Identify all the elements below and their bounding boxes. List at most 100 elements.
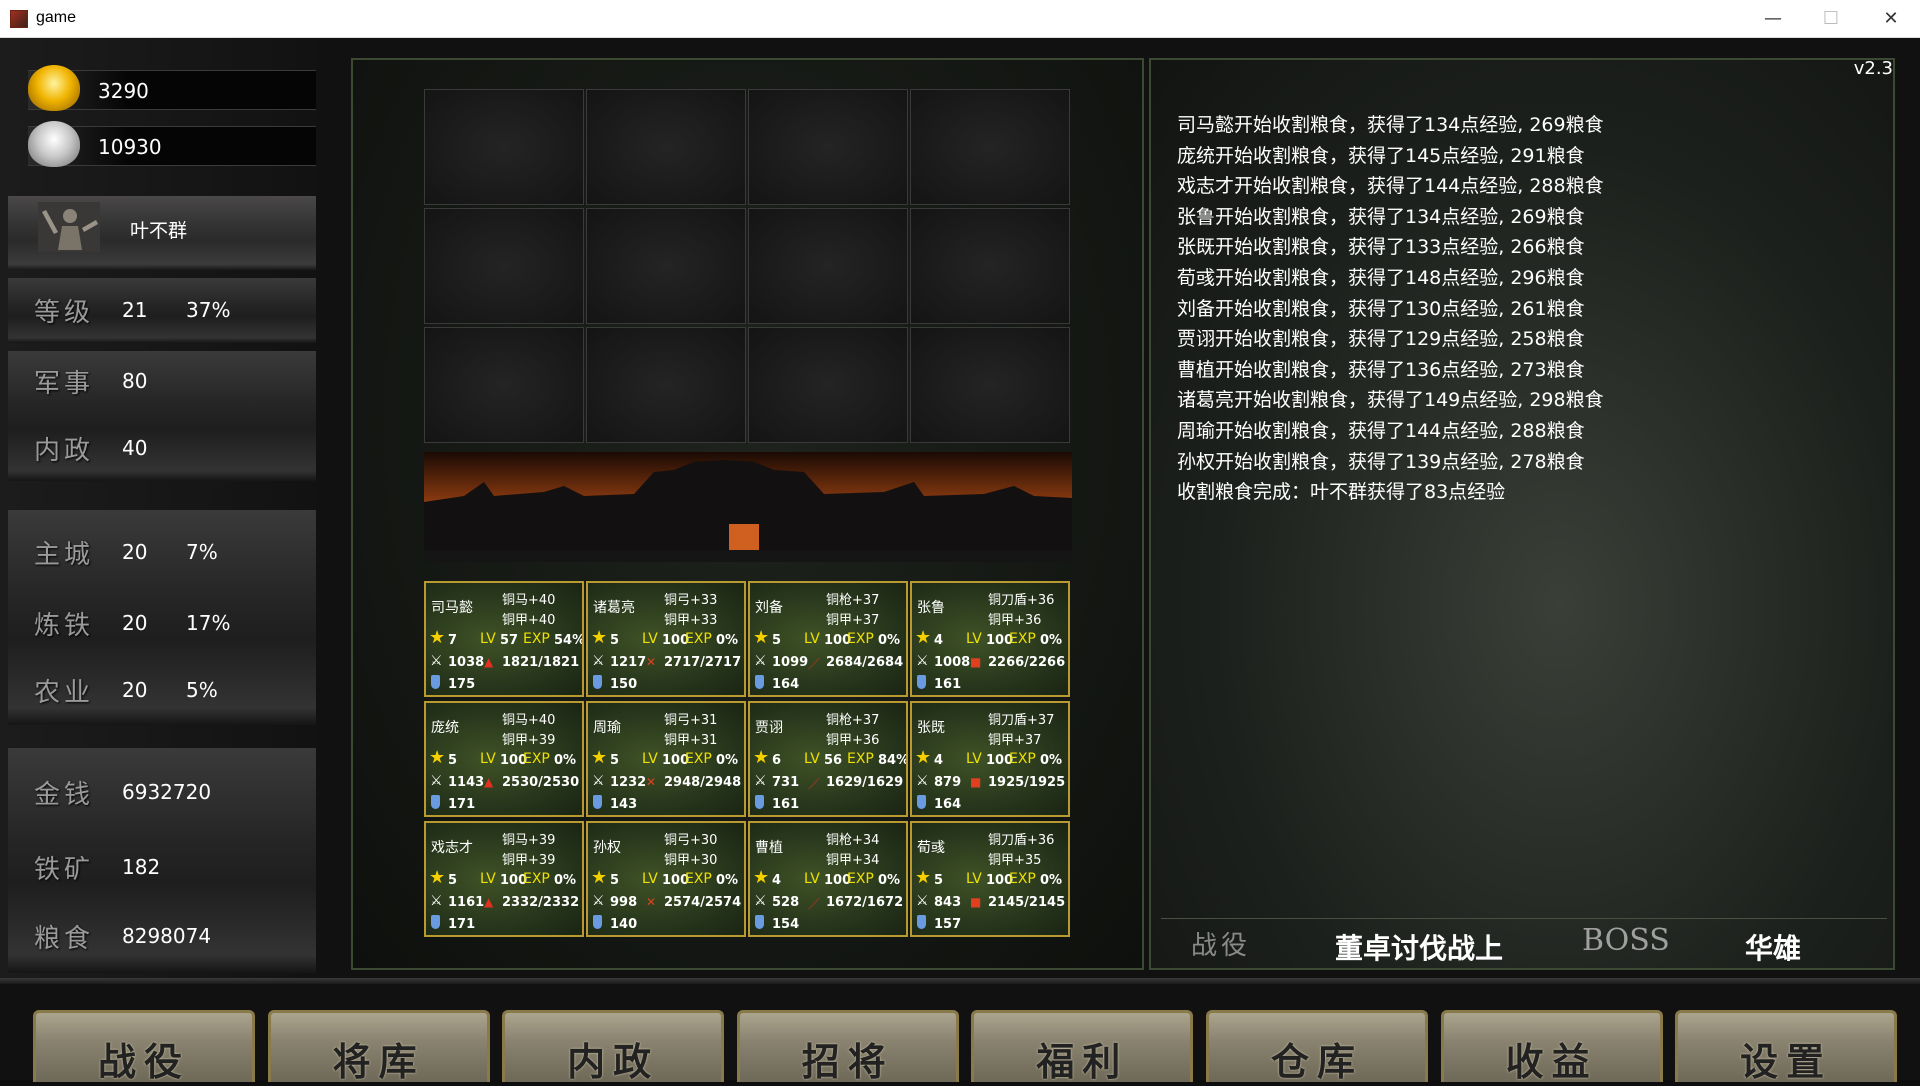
general-card[interactable]: 荀彧 铜刀盾+36 铜甲+35 ★ 5 LV 100 EXP 0% ⚔ 843 ■ 2145/2145 1… <box>910 821 1070 937</box>
general-name: 张鲁 <box>917 600 945 616</box>
troop-type-icon: ▲ <box>484 655 494 669</box>
equipment-armor: 铜甲+36 <box>826 733 880 748</box>
level-section: 等级 21 37% <box>8 278 316 343</box>
player-card[interactable]: 叶不群 <box>8 196 316 270</box>
stat-row-smelting: 炼铁 20 17% <box>8 597 316 647</box>
sword-icon: ⚔ <box>916 653 929 669</box>
stat-row-grain: 粮食 8298074 <box>8 910 316 960</box>
troop-value: 1925/1925 <box>988 775 1066 790</box>
log-line: 张鲁开始收割粮食，获得了134点经验, 269粮食 <box>1177 205 1585 228</box>
level-label: LV <box>642 871 658 887</box>
formation-slot[interactable] <box>910 89 1070 205</box>
formation-slot[interactable] <box>424 89 584 205</box>
general-card[interactable]: 刘备 铜枪+37 铜甲+37 ★ 5 LV 100 EXP 0% ⚔ 1099 ／ 2684/2684 1… <box>748 581 908 697</box>
stat-row-military: 军事 80 <box>8 355 316 405</box>
formation-slot[interactable] <box>586 327 746 443</box>
general-card[interactable]: 戏志才 铜马+39 铜甲+39 ★ 5 LV 100 EXP 0% ⚔ 1161 ▲ 2332/2332… <box>424 821 584 937</box>
nav-recruit-button[interactable]: 招将 <box>736 1010 959 1084</box>
battle-log-panel: v2.3 司马懿开始收割粮食，获得了134点经验, 269粮食 庞统开始收割粮食，… <box>1149 58 1895 970</box>
formation-slot[interactable] <box>910 327 1070 443</box>
nav-governance-button[interactable]: 内政 <box>502 1010 725 1084</box>
stat-label: 内政 <box>34 436 95 466</box>
star-count: 4 <box>934 753 944 768</box>
nav-welfare-button[interactable]: 福利 <box>971 1010 1194 1084</box>
equipment-armor: 铜甲+40 <box>502 613 556 628</box>
general-card[interactable]: 庞统 铜马+40 铜甲+39 ★ 5 LV 100 EXP 0% ⚔ 1143 ▲ 2530/2530 1… <box>424 701 584 817</box>
level-label: LV <box>480 751 496 767</box>
shield-icon <box>593 915 602 929</box>
stat-label: 农业 <box>34 678 95 708</box>
boss-name[interactable]: 华雄 <box>1745 927 1801 967</box>
shield-icon <box>755 915 764 929</box>
general-card[interactable]: 张既 铜刀盾+37 铜甲+37 ★ 4 LV 100 EXP 0% ⚔ 879 ■ 1925/1925 1… <box>910 701 1070 817</box>
general-card[interactable]: 司马懿 铜马+40 铜甲+40 ★ 7 LV 57 EXP 54% ⚔ 1038 ▲ 1821/1821… <box>424 581 584 697</box>
shield-icon <box>917 795 926 809</box>
campaign-stage[interactable]: 董卓讨伐战上 <box>1335 927 1503 967</box>
exp-percent: 0% <box>878 873 901 888</box>
level-label: LV <box>804 751 820 767</box>
general-card[interactable]: 张鲁 铜刀盾+36 铜甲+36 ★ 4 LV 100 EXP 0% ⚔ 1008 ■ 2266/2266… <box>910 581 1070 697</box>
attack-value: 843 <box>934 895 962 910</box>
formation-slot[interactable] <box>748 327 908 443</box>
general-name: 周瑜 <box>593 720 621 736</box>
level-label: LV <box>642 751 658 767</box>
gold-ingot-icon <box>28 65 80 111</box>
level-label: LV <box>480 631 496 647</box>
log-line: 戏志才开始收割粮食，获得了144点经验, 288粮食 <box>1177 175 1604 198</box>
exp-percent: 84% <box>878 753 908 768</box>
star-icon: ★ <box>429 867 446 888</box>
formation-slot[interactable] <box>748 208 908 324</box>
formation-slot[interactable] <box>586 208 746 324</box>
defense-value: 157 <box>934 917 962 932</box>
exp-label: EXP <box>1009 751 1036 767</box>
exp-percent: 0% <box>1040 753 1063 768</box>
exp-percent: 0% <box>716 753 739 768</box>
minimize-button[interactable]: — <box>1744 0 1802 38</box>
equipment-weapon: 铜枪+37 <box>826 713 880 728</box>
troop-value: 1629/1629 <box>826 775 904 790</box>
close-button[interactable]: ✕ <box>1862 0 1920 38</box>
stat-value: 20 <box>122 540 148 564</box>
star-icon: ★ <box>429 747 446 768</box>
defense-value: 171 <box>448 917 476 932</box>
troop-type-icon: ■ <box>970 655 982 669</box>
nav-warehouse-button[interactable]: 仓库 <box>1206 1010 1428 1084</box>
defense-value: 171 <box>448 797 476 812</box>
star-icon: ★ <box>591 627 608 648</box>
stat-label: 军事 <box>34 369 95 399</box>
equipment-weapon: 铜枪+37 <box>826 593 880 608</box>
general-card[interactable]: 孙权 铜弓+30 铜甲+30 ★ 5 LV 100 EXP 0% ⚔ 998 ✕ 2574/2574 14… <box>586 821 746 937</box>
formation-slot[interactable] <box>748 89 908 205</box>
maximize-button[interactable]: ☐ <box>1802 0 1860 38</box>
general-card[interactable]: 诸葛亮 铜弓+33 铜甲+33 ★ 5 LV 100 EXP 0% ⚔ 1217 ✕ 2717/2717… <box>586 581 746 697</box>
formation-slot[interactable] <box>586 89 746 205</box>
general-card[interactable]: 贾诩 铜枪+37 铜甲+36 ★ 6 LV 56 EXP 84% ⚔ 731 ／ 1629/1629 16… <box>748 701 908 817</box>
nav-button-label: 设置 <box>1740 1039 1833 1084</box>
troop-type-icon: ■ <box>970 775 982 789</box>
formation-slot[interactable] <box>910 208 1070 324</box>
formation-slot[interactable] <box>424 208 584 324</box>
equipment-armor: 铜甲+36 <box>988 613 1042 628</box>
formation-slot[interactable] <box>424 327 584 443</box>
general-card[interactable]: 曹植 铜枪+34 铜甲+34 ★ 4 LV 100 EXP 0% ⚔ 528 ／ 1672/1672 15… <box>748 821 908 937</box>
campaign-tab[interactable]: 战役 <box>1191 925 1251 962</box>
attack-value: 731 <box>772 775 800 790</box>
star-icon: ★ <box>591 747 608 768</box>
nav-income-button[interactable]: 收益 <box>1440 1010 1663 1084</box>
silver-bar: 10930 <box>28 121 316 167</box>
defense-value: 161 <box>934 677 962 692</box>
nav-campaign-button[interactable]: 战役 <box>33 1010 255 1084</box>
stat-percent: 7% <box>186 540 218 564</box>
exp-percent: 0% <box>1040 873 1063 888</box>
sword-icon: ⚔ <box>592 773 605 789</box>
exp-percent: 0% <box>878 633 901 648</box>
general-card[interactable]: 周瑜 铜弓+31 铜甲+31 ★ 5 LV 100 EXP 0% ⚔ 1232 ✕ 2948/2948 1… <box>586 701 746 817</box>
nav-button-label: 内政 <box>567 1039 660 1084</box>
divider <box>0 978 1920 984</box>
nav-generals-button[interactable]: 将库 <box>267 1010 490 1084</box>
stat-row-money: 金钱 6932720 <box>8 766 316 816</box>
storage-section: 金钱 6932720 铁矿 182 粮食 8298074 <box>8 748 316 973</box>
nav-settings-button[interactable]: 设置 <box>1675 1010 1898 1084</box>
star-count: 6 <box>772 753 782 768</box>
star-count: 5 <box>610 753 620 768</box>
